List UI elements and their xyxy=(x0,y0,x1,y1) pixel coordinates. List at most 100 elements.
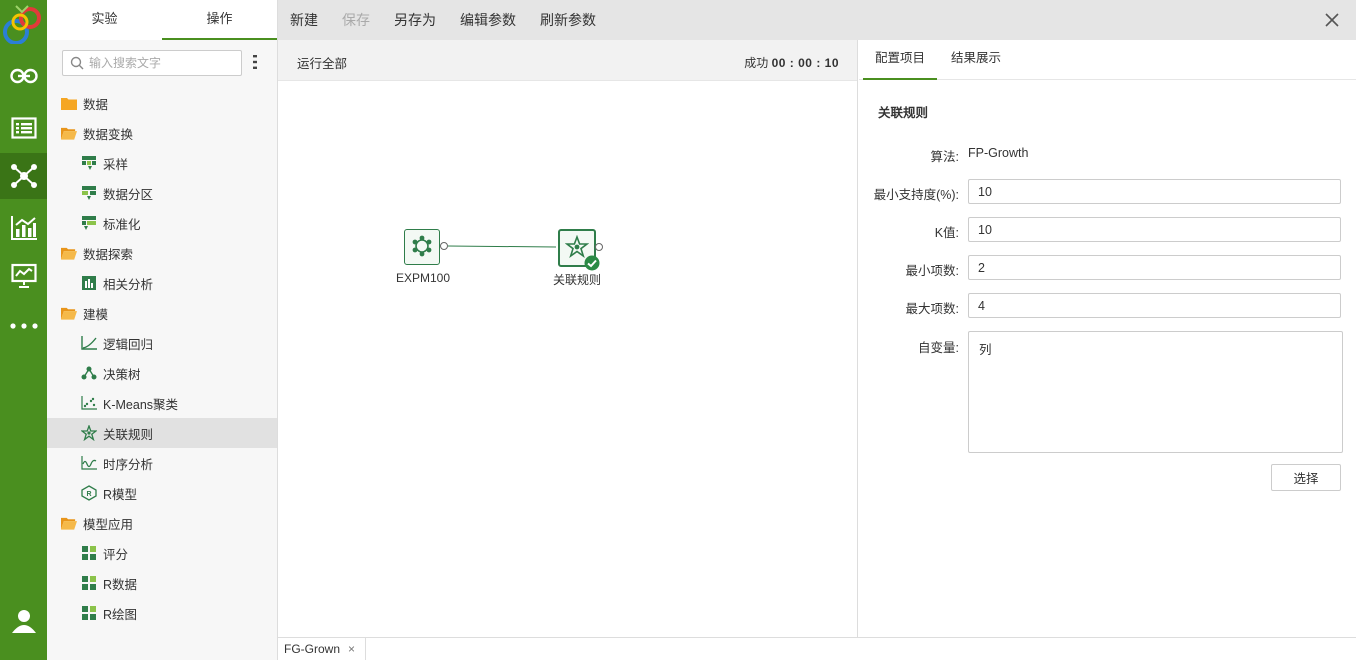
new-button[interactable]: 新建 xyxy=(278,10,330,30)
folder-open-icon xyxy=(61,125,77,141)
tree-item[interactable]: 标准化 xyxy=(47,208,277,238)
tree-folder[interactable]: 数据变换 xyxy=(47,118,277,148)
r-plot-icon xyxy=(81,605,97,621)
app-logo-icon[interactable] xyxy=(2,2,44,44)
min-support-input[interactable] xyxy=(968,179,1341,204)
max-items-label: 最大项数: xyxy=(905,302,959,316)
save-as-button[interactable]: 另存为 xyxy=(382,10,448,30)
tree-item-label: R模型 xyxy=(103,487,138,502)
folder-open-icon xyxy=(61,515,77,531)
tree-icon xyxy=(81,365,97,381)
list-icon[interactable] xyxy=(0,105,47,151)
tree-folder[interactable]: 模型应用 xyxy=(47,508,277,538)
max-items-input[interactable] xyxy=(968,293,1341,318)
tree-item-label: 相关分析 xyxy=(103,277,154,292)
user-icon[interactable] xyxy=(0,598,47,644)
presentation-icon[interactable] xyxy=(0,253,47,299)
variables-label: 自变量: xyxy=(918,341,959,355)
tree-item-label: 关联规则 xyxy=(103,427,154,442)
node-expm100-output-port[interactable] xyxy=(440,242,448,250)
tree-folder[interactable]: 数据探索 xyxy=(47,238,277,268)
regression-icon xyxy=(81,335,97,351)
tree-item[interactable]: 采样 xyxy=(47,148,277,178)
variables-textarea[interactable]: 列 xyxy=(968,331,1343,453)
tab-close-icon[interactable]: × xyxy=(348,638,355,660)
r-model-icon: R xyxy=(81,485,97,501)
tree-item-label: K-Means聚类 xyxy=(103,397,179,412)
tree-item[interactable]: 相关分析 xyxy=(47,268,277,298)
close-icon[interactable] xyxy=(1324,12,1340,28)
tree-item[interactable]: 逻辑回归 xyxy=(47,328,277,358)
tree-tabs: 实验 操作 xyxy=(47,0,277,40)
bottom-tab-bar: FG-Grown × xyxy=(278,637,1356,660)
tab-config-items[interactable]: 配置项目 xyxy=(863,40,937,80)
normalize-icon xyxy=(81,215,97,231)
cluster-icon xyxy=(81,395,97,411)
tab-operation[interactable]: 操作 xyxy=(162,0,277,40)
tab-result-display[interactable]: 结果展示 xyxy=(943,40,1009,80)
workflow-canvas[interactable]: 运行全部 成功 00 : 00 : 10 EXPM100 关联规则 xyxy=(278,40,858,637)
chart-icon[interactable] xyxy=(0,205,47,251)
tree-item[interactable]: 关联规则 xyxy=(47,418,277,448)
k-value-input[interactable] xyxy=(968,217,1341,242)
tab-fg-grown[interactable]: FG-Grown × xyxy=(278,638,366,660)
config-panel: 配置项目 结果展示 关联规则 算法: FP-Growth 最小支持度(%): K… xyxy=(859,40,1356,637)
select-button[interactable]: 选择 xyxy=(1271,464,1341,491)
algorithm-label: 算法: xyxy=(930,150,959,164)
tree-folder[interactable]: 建模 xyxy=(47,298,277,328)
correlation-icon xyxy=(81,275,97,291)
tree-item-label: 建模 xyxy=(83,307,109,322)
search-input[interactable] xyxy=(89,51,239,75)
tree-item-label: 数据分区 xyxy=(103,187,154,202)
operation-tree-panel: 实验 操作 数据数据变换采样数据分区标准化数据探索相关分析建模逻辑回归决策树 K-… xyxy=(47,0,278,660)
save-button[interactable]: 保存 xyxy=(330,10,382,30)
dataset-icon xyxy=(411,235,433,260)
link-icon[interactable] xyxy=(0,53,47,99)
tree-item[interactable]: 数据分区 xyxy=(47,178,277,208)
tree-item-label: 标准化 xyxy=(103,217,141,232)
tree-item[interactable]: 决策树 xyxy=(47,358,277,388)
refresh-params-button[interactable]: 刷新参数 xyxy=(528,10,608,30)
more-icon[interactable] xyxy=(0,303,47,349)
tree-item[interactable]: 时序分析 xyxy=(47,448,277,478)
search-box xyxy=(62,50,242,76)
tree-item-label: 数据 xyxy=(83,97,109,112)
node-association-output-port[interactable] xyxy=(595,243,603,251)
score-icon xyxy=(81,545,97,561)
tree-item[interactable]: R绘图 xyxy=(47,598,277,628)
section-title: 关联规则 xyxy=(878,106,929,120)
tab-experiment[interactable]: 实验 xyxy=(47,0,162,40)
association-icon xyxy=(81,425,97,441)
r-data-icon xyxy=(81,575,97,591)
tree-item[interactable]: K-Means聚类 xyxy=(47,388,277,418)
top-toolbar: 新建 保存 另存为 编辑参数 刷新参数 xyxy=(278,0,1356,40)
tab-fg-grown-label: FG-Grown xyxy=(284,642,341,656)
network-icon[interactable] xyxy=(0,153,47,199)
tree-item[interactable]: R数据 xyxy=(47,568,277,598)
timeseries-icon xyxy=(81,455,97,471)
partition-icon xyxy=(81,185,97,201)
tree-item-label: 数据探索 xyxy=(83,247,134,262)
config-tabs: 配置项目 结果展示 xyxy=(859,40,1356,80)
min-items-input[interactable] xyxy=(968,255,1341,280)
edit-params-button[interactable]: 编辑参数 xyxy=(448,10,528,30)
tree-item[interactable]: R R模型 xyxy=(47,478,277,508)
tree-item-label: 时序分析 xyxy=(103,457,154,472)
tree-folder[interactable]: 数据 xyxy=(47,88,277,118)
tree-item[interactable]: 评分 xyxy=(47,538,277,568)
tree-menu-icon[interactable] xyxy=(252,54,258,70)
tree-item-label: 逻辑回归 xyxy=(103,337,154,352)
tree-item-label: 采样 xyxy=(103,157,129,172)
node-expm100-label: EXPM100 xyxy=(396,271,451,285)
left-rail xyxy=(0,0,47,660)
svg-text:R: R xyxy=(86,491,91,498)
min-items-label: 最小项数: xyxy=(905,264,959,278)
success-check-icon xyxy=(584,255,600,271)
folder-open-icon xyxy=(61,245,77,261)
node-expm100[interactable] xyxy=(404,229,440,265)
node-association-label: 关联规则 xyxy=(553,273,602,287)
tree-item-label: 评分 xyxy=(103,547,129,562)
k-value-label: K值: xyxy=(934,226,959,240)
operation-tree: 数据数据变换采样数据分区标准化数据探索相关分析建模逻辑回归决策树 K-Means聚… xyxy=(47,88,277,628)
min-support-label: 最小支持度(%): xyxy=(873,188,959,202)
